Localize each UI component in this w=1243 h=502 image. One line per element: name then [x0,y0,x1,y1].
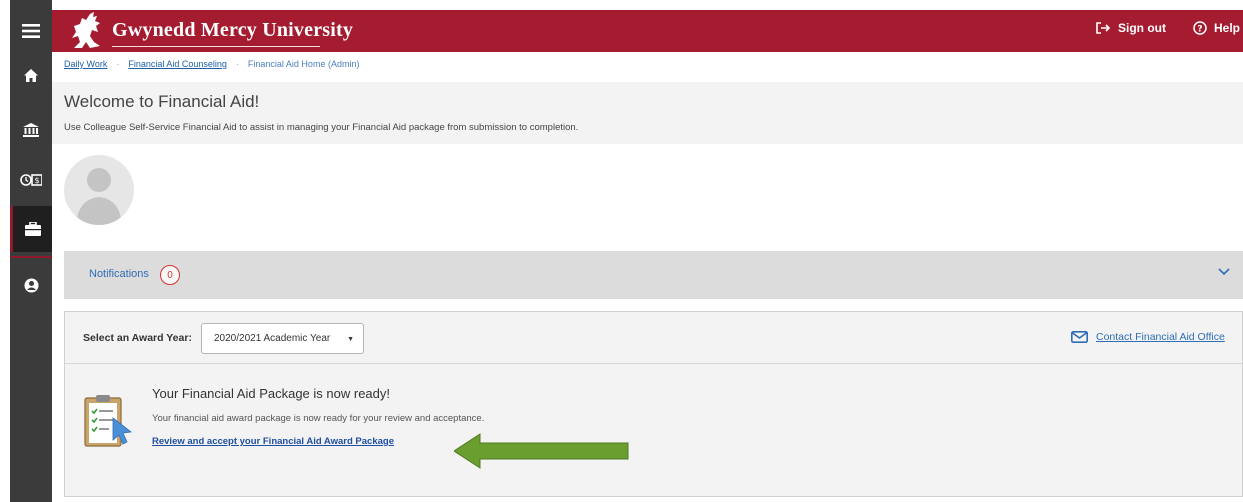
user-silhouette-icon [76,168,122,225]
package-ready-description: Your financial aid award package is now … [152,413,485,424]
page-title: Welcome to Financial Aid! [64,92,260,111]
menu-icon [22,24,40,38]
envelope-icon [1071,331,1088,343]
notifications-label: Notifications [89,268,149,280]
top-header: Gwynedd Mercy University Sign out ? Help [52,10,1243,52]
arrow-left-icon [454,433,629,469]
award-year-bar: Select an Award Year: 2020/2021 Academic… [65,312,1242,364]
notifications-count-badge: 0 [160,265,180,285]
chevron-down-icon[interactable] [1218,268,1230,276]
time-money-icon: $ [20,174,42,186]
contact-financial-aid-label: Contact Financial Aid Office [1096,331,1225,343]
home-icon [24,68,38,82]
brand-underline [112,46,320,47]
award-year-label: Select an Award Year: [83,332,192,344]
sign-out-button[interactable]: Sign out [1096,21,1166,35]
breadcrumb-current: Financial Aid Home (Admin) [247,59,360,69]
welcome-banner: Welcome to Financial Aid! Use Colleague … [52,82,1243,144]
sidebar: $ [10,0,52,502]
griffin-logo-icon [72,12,100,48]
university-name[interactable]: Gwynedd Mercy University [112,19,353,42]
award-year-selected-value: 2020/2021 Academic Year [214,333,331,344]
svg-text:$: $ [34,176,39,185]
clipboard-checklist-icon [84,395,133,447]
review-accept-package-link[interactable]: Review and accept your Financial Aid Awa… [152,436,394,447]
package-ready-title: Your Financial Aid Package is now ready! [152,386,390,401]
breadcrumb-separator: · [235,59,239,69]
page-left-margin [0,0,10,502]
award-year-select[interactable]: 2020/2021 Academic Year ▼ [201,323,364,354]
notifications-panel[interactable]: Notifications 0 [64,251,1243,299]
help-button[interactable]: ? Help [1193,21,1240,35]
sign-out-label: Sign out [1118,21,1166,35]
help-label: Help [1214,21,1241,35]
bank-icon [23,123,39,137]
sidebar-item-profile[interactable] [10,262,52,308]
page-subtitle: Use Colleague Self-Service Financial Aid… [64,122,579,133]
breadcrumb: Daily Work · Financial Aid Counseling · … [64,59,359,69]
user-circle-icon [24,278,38,292]
help-icon: ? [1193,21,1207,35]
sign-out-icon [1096,22,1111,34]
sidebar-item-time-entry[interactable]: $ [10,157,52,203]
sidebar-item-financial[interactable] [10,107,52,153]
package-ready-notice: Your Financial Aid Package is now ready!… [65,364,1242,496]
sidebar-menu-button[interactable] [10,8,52,54]
contact-financial-aid-link[interactable]: Contact Financial Aid Office [1071,331,1225,343]
breadcrumb-financial-aid-counseling[interactable]: Financial Aid Counseling [128,59,227,69]
briefcase-icon [24,222,41,236]
sidebar-item-financial-aid[interactable] [10,206,52,252]
breadcrumb-separator: · [116,59,120,69]
sidebar-divider [10,256,52,258]
svg-text:?: ? [1197,25,1202,35]
caret-down-icon: ▼ [347,336,354,343]
award-panel: Select an Award Year: 2020/2021 Academic… [64,311,1243,497]
breadcrumb-daily-work[interactable]: Daily Work [64,59,107,69]
avatar [64,155,134,225]
sidebar-item-home[interactable] [10,52,52,98]
